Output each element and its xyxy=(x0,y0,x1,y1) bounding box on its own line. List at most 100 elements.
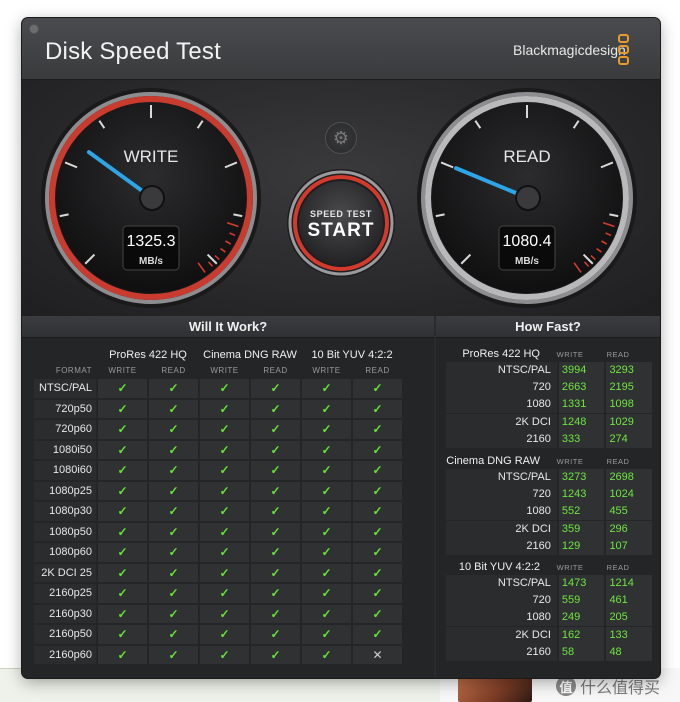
checkmark-icon: ✓ xyxy=(149,522,198,541)
checkmark-icon: ✓ xyxy=(149,461,198,480)
checkmark-icon: ✓ xyxy=(98,379,147,398)
checkmark-icon: ✓ xyxy=(302,399,351,418)
write-fps-value: 2663 xyxy=(558,379,605,397)
write-gauge: WRITE 1325.3 MB/s xyxy=(41,88,261,308)
start-button-label: START xyxy=(307,220,375,241)
speed-row: NTSC/PAL 3273 2698 xyxy=(446,469,652,486)
read-subheader: READ xyxy=(606,562,630,572)
read-fps-value: 2195 xyxy=(606,379,652,397)
read-fps-value: 1098 xyxy=(606,396,652,414)
write-fps-value: 3994 xyxy=(558,362,605,379)
resolution-label: 720 xyxy=(446,486,557,504)
resolution-label: 2K DCI xyxy=(446,413,557,431)
write-subheader: WRITE xyxy=(556,562,584,572)
checkmark-icon: ✓ xyxy=(149,604,198,623)
checkmark-icon: ✓ xyxy=(251,379,300,398)
checkmark-icon: ✓ xyxy=(98,625,147,644)
disk-speed-test-window: Disk Speed Test Blackmagicdesign WRITE 13… xyxy=(22,18,660,678)
checkmark-icon: ✓ xyxy=(149,420,198,439)
gauge-area: WRITE 1325.3 MB/s READ 1080.4 MB/s ⚙ SPEED T… xyxy=(22,80,660,316)
resolution-label: 2K DCI xyxy=(446,626,557,644)
section-title: Cinema DNG RAW xyxy=(446,455,540,467)
checkmark-icon: ✓ xyxy=(251,543,300,562)
checkmark-icon: ✓ xyxy=(353,399,402,418)
format-row: 1080i60 ✓ ✓ ✓ ✓ ✓ ✓ xyxy=(34,461,402,480)
checkmark-icon: ✓ xyxy=(251,563,300,582)
checkmark-icon: ✓ xyxy=(200,420,249,439)
read-fps-value: 133 xyxy=(606,626,652,644)
write-subheader: WRITE xyxy=(312,366,341,375)
will-it-work-table: ProRes 422 HQ Cinema DNG RAW 10 Bit YUV 4:… xyxy=(32,346,404,666)
checkmark-icon: ✓ xyxy=(98,502,147,521)
format-row: 1080i50 ✓ ✓ ✓ ✓ ✓ ✓ xyxy=(34,440,402,459)
read-fps-value: 455 xyxy=(606,503,652,521)
checkmark-icon: ✓ xyxy=(200,563,249,582)
write-fps-value: 1473 xyxy=(558,575,605,592)
checkmark-icon: ✓ xyxy=(149,502,198,521)
checkmark-icon: ✓ xyxy=(149,379,198,398)
checkmark-icon: ✓ xyxy=(98,543,147,562)
speed-row: 2160 333 274 xyxy=(446,430,652,448)
gear-icon: ⚙ xyxy=(332,127,350,148)
checkmark-icon: ✓ xyxy=(353,584,402,603)
checkmark-icon: ✓ xyxy=(200,604,249,623)
checkmark-icon: ✓ xyxy=(353,563,402,582)
group-header: Cinema DNG RAW xyxy=(203,349,297,361)
checkmark-icon: ✓ xyxy=(251,420,300,439)
close-button[interactable] xyxy=(29,24,39,34)
checkmark-icon: ✓ xyxy=(251,399,300,418)
checkmark-icon: ✓ xyxy=(200,522,249,541)
group-header: ProRes 422 HQ xyxy=(109,349,187,361)
checkmark-icon: ✓ xyxy=(302,420,351,439)
speed-row: 720 1243 1024 xyxy=(446,486,652,504)
write-fps-value: 58 xyxy=(558,643,605,661)
write-subheader: WRITE xyxy=(210,366,239,375)
checkmark-icon: ✓ xyxy=(149,399,198,418)
format-row: 1080p60 ✓ ✓ ✓ ✓ ✓ ✓ xyxy=(34,543,402,562)
checkmark-icon: ✓ xyxy=(200,379,249,398)
write-fps-value: 249 xyxy=(558,609,605,627)
resolution-label: 2K DCI xyxy=(446,520,557,538)
format-label: NTSC/PAL xyxy=(34,379,96,398)
format-label: 2K DCI 25 xyxy=(34,563,96,582)
checkmark-icon: ✓ xyxy=(98,440,147,459)
blackmagic-logo-icon xyxy=(618,34,630,68)
speed-row: 2160 58 48 xyxy=(446,643,652,661)
format-row: NTSC/PAL ✓ ✓ ✓ ✓ ✓ ✓ xyxy=(34,379,402,398)
resolution-label: 1080 xyxy=(446,503,557,521)
title-bar: Disk Speed Test Blackmagicdesign xyxy=(22,18,660,80)
read-fps-value: 274 xyxy=(606,430,652,448)
read-fps-value: 1214 xyxy=(606,575,652,592)
read-gauge: READ 1080.4 MB/s xyxy=(417,88,637,308)
settings-button[interactable]: ⚙ xyxy=(325,122,357,154)
checkmark-icon: ✓ xyxy=(149,563,198,582)
speed-row: 2K DCI 359 296 xyxy=(446,520,652,538)
format-label: 1080p50 xyxy=(34,522,96,541)
checkmark-icon: ✓ xyxy=(98,563,147,582)
how-fast-section: Cinema DNG RAW WRITE READ NTSC/PAL 3273 2698 7… xyxy=(446,453,652,555)
checkmark-icon: ✓ xyxy=(251,461,300,480)
resolution-label: 720 xyxy=(446,592,557,610)
section-title: 10 Bit YUV 4:2:2 xyxy=(458,561,540,573)
checkmark-icon: ✓ xyxy=(98,420,147,439)
format-label: 2160p25 xyxy=(34,584,96,603)
checkmark-icon: ✓ xyxy=(149,625,198,644)
value-icon: 值 xyxy=(556,676,576,696)
resolution-label: 720 xyxy=(446,379,557,397)
format-label: 2160p60 xyxy=(34,645,96,664)
speed-test-start-button[interactable]: SPEED TEST START xyxy=(285,167,397,279)
checkmark-icon: ✓ xyxy=(200,625,249,644)
checkmark-icon: ✓ xyxy=(251,502,300,521)
start-button-caption: SPEED TEST xyxy=(309,209,372,219)
checkmark-icon: ✓ xyxy=(302,604,351,623)
format-label: 1080i60 xyxy=(34,461,96,480)
format-label: 720p50 xyxy=(34,399,96,418)
checkmark-icon: ✓ xyxy=(98,481,147,500)
write-fps-value: 162 xyxy=(558,626,605,644)
checkmark-icon: ✓ xyxy=(302,461,351,480)
write-fps-value: 1243 xyxy=(558,486,605,504)
checkmark-icon: ✓ xyxy=(149,543,198,562)
read-subheader: READ xyxy=(606,456,630,466)
how-fast-section: 10 Bit YUV 4:2:2 WRITE READ NTSC/PAL 1473 121… xyxy=(446,559,652,661)
checkmark-icon: ✓ xyxy=(353,379,402,398)
